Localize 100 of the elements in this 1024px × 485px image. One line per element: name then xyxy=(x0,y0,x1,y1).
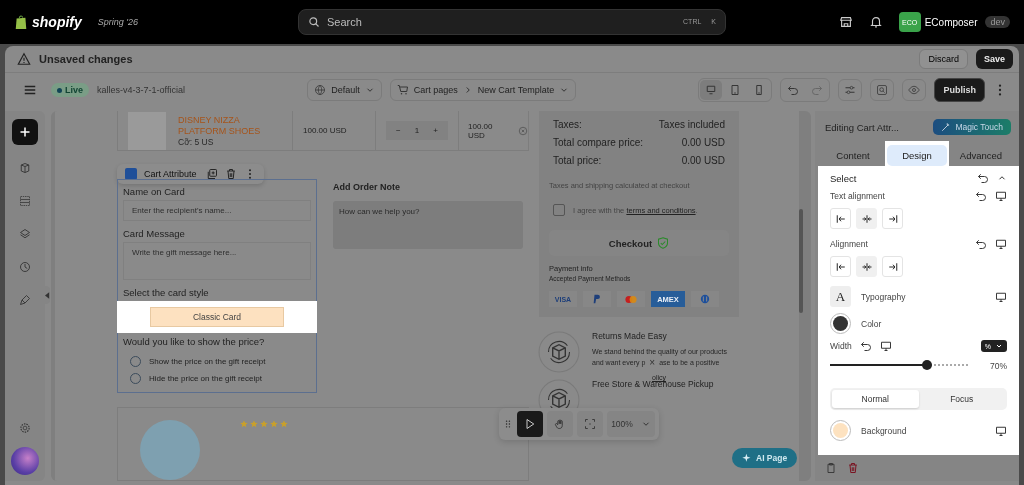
search-icon xyxy=(876,84,889,96)
message-field[interactable]: Write the gift message here... xyxy=(123,242,311,280)
alignment-option[interactable] xyxy=(830,208,851,229)
star-icon xyxy=(240,420,248,428)
add-element-button[interactable] xyxy=(12,119,38,145)
state-tab[interactable]: Normal xyxy=(832,390,919,408)
name-field[interactable]: Enter the recipient's name... xyxy=(123,200,311,221)
delete-icon[interactable] xyxy=(847,462,859,474)
reset-icon[interactable] xyxy=(975,238,987,250)
store-icon[interactable] xyxy=(838,15,853,29)
rows-icon[interactable] xyxy=(19,195,31,207)
setting-label: Text alignment xyxy=(830,191,885,201)
desktop-icon[interactable] xyxy=(879,340,892,352)
terms-checkbox[interactable] xyxy=(553,204,565,216)
device-toggle[interactable] xyxy=(700,80,723,100)
typography-glyph[interactable]: A xyxy=(830,286,851,307)
inspect-button[interactable] xyxy=(870,79,895,101)
align-left-icon xyxy=(834,260,847,273)
width-value: 70% xyxy=(990,361,1007,371)
quantity-stepper[interactable]: − 1 + xyxy=(386,121,448,140)
option-label: Show the price on the gift receipt xyxy=(149,357,266,366)
reset-icon[interactable] xyxy=(977,172,989,184)
diners-icon xyxy=(700,294,710,304)
align-center-icon xyxy=(860,212,873,225)
panel-tab[interactable]: Design xyxy=(887,145,947,166)
sparkle-icon xyxy=(742,453,752,463)
clock-icon[interactable] xyxy=(19,261,31,273)
panel-title: Editing Cart Attr... xyxy=(825,121,899,133)
chevron-down-icon xyxy=(995,342,1003,350)
remove-icon[interactable] xyxy=(518,125,528,136)
alignment-option[interactable] xyxy=(856,208,877,229)
canvas-tool-button[interactable] xyxy=(547,411,573,437)
brush-icon[interactable] xyxy=(19,294,31,306)
panel-tab[interactable]: Content xyxy=(823,145,883,166)
redo-icon xyxy=(811,84,824,96)
line-total: 100.00 USD xyxy=(468,121,494,140)
close-button[interactable]: × xyxy=(647,357,658,368)
settings-icon[interactable] xyxy=(19,422,31,434)
focus-icon xyxy=(584,418,596,430)
desktop-icon[interactable] xyxy=(995,238,1007,250)
box-return-icon xyxy=(538,331,580,373)
canvas-tool-button[interactable] xyxy=(517,411,543,437)
menu-icon[interactable] xyxy=(23,83,37,97)
canvas-tool-button[interactable] xyxy=(577,411,603,437)
clipboard-icon[interactable] xyxy=(825,462,837,474)
drag-handle-icon[interactable] xyxy=(503,419,513,429)
summary-label: Taxes: xyxy=(553,119,582,130)
slider-thumb[interactable] xyxy=(921,360,932,370)
align-right-icon xyxy=(886,212,899,225)
undo-icon xyxy=(787,84,800,96)
store-name[interactable]: EComposer xyxy=(924,16,978,28)
state-tab[interactable]: Focus xyxy=(918,390,1005,408)
panel-tab[interactable]: Advanced xyxy=(951,145,1011,166)
hand-icon xyxy=(554,418,566,430)
brand-name: shopify xyxy=(32,14,82,30)
setting-label: Alignment xyxy=(830,239,868,249)
photo-placeholder xyxy=(140,420,200,480)
magic-wand-icon xyxy=(941,122,952,132)
assistant-orb[interactable] xyxy=(11,447,39,475)
shopping-bag-logo-icon xyxy=(14,14,28,30)
zoom-dropdown[interactable]: 100% xyxy=(607,411,655,437)
live-status-badge: Live xyxy=(51,83,89,97)
align-left-icon xyxy=(834,212,847,225)
alignment-option[interactable] xyxy=(830,256,851,277)
discard-button[interactable]: Discard xyxy=(919,49,968,69)
desktop-icon[interactable] xyxy=(995,190,1007,202)
desktop-icon[interactable] xyxy=(995,290,1007,303)
notification-bell-icon[interactable] xyxy=(868,15,883,29)
cube-icon[interactable] xyxy=(19,162,31,174)
page-breadcrumb-dropdown[interactable]: Cart pages New Cart Template xyxy=(389,79,577,101)
save-button[interactable]: Save xyxy=(975,49,1013,69)
alignment-option[interactable] xyxy=(882,256,903,277)
star-icon xyxy=(260,420,268,428)
alignment-option[interactable] xyxy=(882,208,903,229)
alignment-option[interactable] xyxy=(856,256,877,277)
magic-touch-button[interactable]: Magic Touch xyxy=(933,119,1011,135)
settings-sliders-button[interactable] xyxy=(838,79,863,101)
language-dropdown[interactable]: Default xyxy=(307,79,382,101)
cart-attribute-icon xyxy=(125,168,137,180)
layers-icon[interactable] xyxy=(19,228,31,240)
site-name: kalles-v4-3-7-1-official xyxy=(97,85,185,95)
summary-value: 0.00 USD xyxy=(681,155,725,166)
delete-icon[interactable] xyxy=(224,168,237,180)
order-note-field[interactable]: How can we help you? xyxy=(333,201,523,249)
duplicate-icon[interactable] xyxy=(205,168,218,180)
field-label: Card Message xyxy=(122,228,186,239)
preview-button[interactable] xyxy=(902,79,927,101)
color-swatch[interactable] xyxy=(833,316,848,331)
publish-button[interactable]: Publish xyxy=(934,78,985,102)
desktop-icon[interactable] xyxy=(995,424,1007,437)
globe-icon xyxy=(314,84,327,96)
background-swatch[interactable] xyxy=(833,423,848,438)
summary-label: Total price: xyxy=(553,155,602,166)
card-style-option[interactable]: Classic Card xyxy=(150,307,284,327)
reset-icon[interactable] xyxy=(975,190,987,202)
plus-icon xyxy=(19,126,31,138)
collapse-handle[interactable] xyxy=(45,286,50,304)
ai-page-button[interactable]: AI Page xyxy=(732,448,798,468)
setting-label: Typography xyxy=(861,291,906,302)
reset-icon[interactable] xyxy=(859,340,872,352)
